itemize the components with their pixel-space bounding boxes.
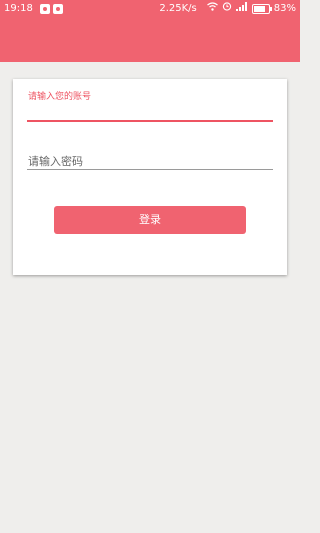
- account-input[interactable]: [27, 101, 273, 121]
- app-header: 19:18 2.25K/s 83%: [0, 0, 300, 62]
- login-button[interactable]: 登录: [54, 206, 246, 234]
- signal-icon: [235, 0, 247, 18]
- password-input[interactable]: 请输入密码: [28, 153, 83, 169]
- login-card: 请输入您的账号 请输入密码 登录: [13, 79, 287, 275]
- alarm-icon: [222, 0, 232, 18]
- penguin-icon: [52, 4, 63, 14]
- password-underline: [27, 169, 273, 170]
- status-bar: 19:18 2.25K/s 83%: [0, 0, 300, 18]
- qq-icon: [39, 4, 50, 14]
- status-time: 19:18: [4, 3, 33, 14]
- battery-icon: [251, 4, 272, 14]
- account-underline: [27, 120, 273, 122]
- network-speed: 2.25K/s: [159, 3, 197, 14]
- wifi-icon: [206, 0, 218, 18]
- battery-percent: 83%: [273, 3, 296, 14]
